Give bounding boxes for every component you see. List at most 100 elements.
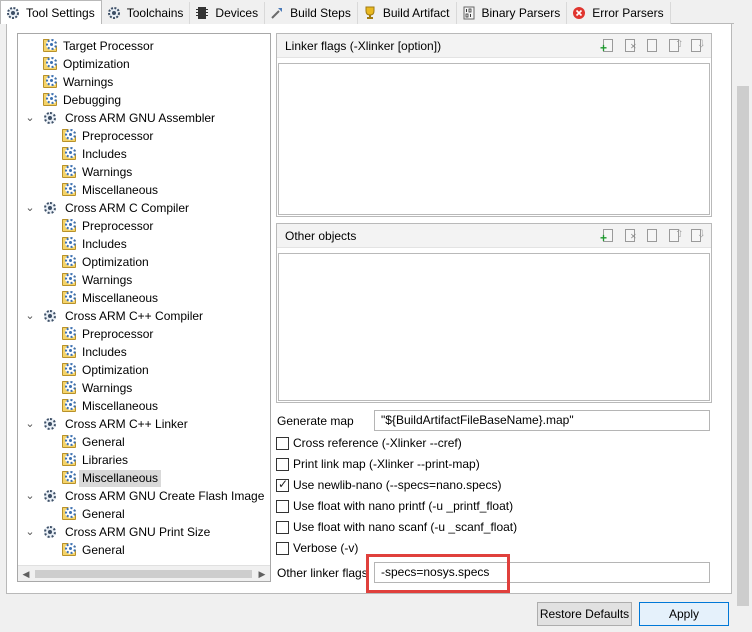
expand-chevron-icon[interactable]: ⌄: [24, 307, 36, 325]
tree-item-label: Optimization: [82, 362, 149, 377]
tree-item-label: Miscellaneous: [82, 182, 159, 197]
folder-settings-icon: [61, 219, 77, 233]
print-link-map-checkbox[interactable]: Print link map (-Xlinker --print-map): [276, 455, 480, 473]
tree-item-label: Miscellaneous: [82, 398, 159, 413]
restore-defaults-button[interactable]: Restore Defaults: [537, 602, 632, 626]
tree-category-node[interactable]: Miscellaneous: [61, 181, 161, 199]
list-toolbar: +: [600, 37, 705, 54]
tab-tool-settings[interactable]: Tool Settings: [0, 0, 102, 24]
tree-category-node[interactable]: Miscellaneous: [61, 469, 162, 487]
tree-category-node[interactable]: Optimization: [42, 55, 133, 73]
folder-settings-icon: [61, 543, 77, 557]
checkbox-box[interactable]: [276, 436, 289, 450]
tree-horizontal-scrollbar[interactable]: ◀ ▶: [18, 565, 270, 581]
expand-chevron-icon[interactable]: ⌄: [24, 415, 36, 433]
tab-label: Build Artifact: [382, 6, 450, 20]
move-up-icon[interactable]: [666, 37, 683, 54]
highlight-annotation-box: [366, 554, 510, 593]
tree-tool-node[interactable]: ⌄ Cross ARM GNU Assembler: [25, 109, 218, 127]
checkbox-box[interactable]: [276, 499, 289, 513]
tree-category-node[interactable]: Libraries: [61, 451, 131, 469]
tree-category-node[interactable]: Includes: [61, 343, 130, 361]
tab-toolchains[interactable]: Toolchains: [102, 2, 191, 24]
add-item-icon[interactable]: +: [600, 37, 617, 54]
verbose-checkbox[interactable]: Verbose (-v): [276, 539, 358, 557]
tree-category-node[interactable]: Miscellaneous: [61, 289, 161, 307]
tree-item-label: Target Processor: [63, 38, 154, 53]
tab-binary-parsers[interactable]: Binary Parsers: [457, 2, 568, 24]
page-vertical-scrollbar[interactable]: [734, 24, 752, 606]
tree-category-node[interactable]: General: [61, 433, 128, 451]
other-objects-list[interactable]: [278, 253, 710, 401]
tree-category-node[interactable]: Target Processor: [42, 37, 157, 55]
tree-category-node[interactable]: Preprocessor: [61, 127, 156, 145]
checkbox-box[interactable]: [276, 541, 289, 555]
scrollbar-thumb[interactable]: [737, 86, 749, 606]
nano-scanf-float-checkbox[interactable]: Use float with nano scanf (-u _scanf_flo…: [276, 518, 517, 536]
edit-item-icon[interactable]: [644, 37, 661, 54]
tree-category-node[interactable]: General: [61, 505, 128, 523]
tree-category-node[interactable]: Optimization: [61, 253, 152, 271]
tree-category-node[interactable]: Includes: [61, 235, 130, 253]
tree-item-label: Miscellaneous: [82, 290, 159, 305]
move-down-icon[interactable]: [688, 37, 705, 54]
tree-category-node[interactable]: Debugging: [42, 91, 124, 109]
scrollbar-thumb[interactable]: [35, 570, 252, 578]
checkbox-box[interactable]: [276, 520, 289, 534]
tree-category-node[interactable]: Miscellaneous: [61, 397, 161, 415]
tab-build-artifact[interactable]: Build Artifact: [358, 2, 457, 24]
tool-gear-icon: [42, 488, 59, 504]
cross-reference-checkbox[interactable]: Cross reference (-Xlinker --cref): [276, 434, 462, 452]
linker-flags-list[interactable]: [278, 63, 710, 215]
tab-error-parsers[interactable]: Error Parsers: [567, 2, 671, 24]
checkbox-label: Verbose (-v): [293, 541, 359, 555]
generate-map-field[interactable]: "${BuildArtifactFileBaseName}.map": [374, 410, 710, 431]
tree-category-node[interactable]: Warnings: [61, 271, 135, 289]
tab-build-steps[interactable]: Build Steps: [265, 2, 358, 24]
tree-tool-node[interactable]: ⌄ Cross ARM C Compiler: [25, 199, 192, 217]
move-up-icon[interactable]: [666, 227, 683, 244]
tool-settings-tree[interactable]: Target Processor Optimization Warnings Debu…: [17, 33, 271, 582]
folder-settings-icon: [61, 471, 77, 485]
apply-button[interactable]: Apply: [639, 602, 729, 626]
checkbox-box[interactable]: [276, 457, 289, 471]
use-newlib-nano-checkbox[interactable]: Use newlib-nano (--specs=nano.specs): [276, 476, 501, 494]
tree-tool-node[interactable]: ⌄ Cross ARM GNU Create Flash Image: [25, 487, 267, 505]
tree-item-label: Preprocessor: [82, 128, 154, 143]
tree-category-node[interactable]: Preprocessor: [61, 217, 156, 235]
edit-item-icon[interactable]: [644, 227, 661, 244]
folder-settings-icon: [61, 237, 77, 251]
tree-item-label: Miscellaneous: [79, 469, 162, 487]
scroll-right-arrow-icon[interactable]: ▶: [254, 566, 270, 581]
checkbox-box-checked[interactable]: [276, 477, 289, 492]
checkbox-label: Use float with nano printf (-u _printf_f…: [293, 499, 514, 513]
tab-devices[interactable]: Devices: [190, 2, 266, 24]
toolchain-icon: [107, 6, 121, 20]
tree-category-node[interactable]: Includes: [61, 145, 130, 163]
move-down-icon[interactable]: [688, 227, 705, 244]
folder-settings-icon: [61, 147, 77, 161]
tree-category-node[interactable]: Optimization: [61, 361, 152, 379]
folder-settings-icon: [61, 255, 77, 269]
expand-chevron-icon[interactable]: ⌄: [24, 523, 36, 541]
tree-tool-node[interactable]: ⌄ Cross ARM GNU Print Size: [25, 523, 213, 541]
add-item-icon[interactable]: +: [600, 227, 617, 244]
expand-chevron-icon[interactable]: ⌄: [24, 487, 36, 505]
delete-item-icon[interactable]: [622, 37, 639, 54]
tree-tool-node[interactable]: ⌄ Cross ARM C++ Linker: [25, 415, 191, 433]
tree-item-label: Cross ARM GNU Print Size: [65, 524, 211, 539]
tree-item-label: Cross ARM GNU Create Flash Image: [65, 488, 265, 503]
tree-category-node[interactable]: Preprocessor: [61, 325, 156, 343]
tree-category-node[interactable]: General: [61, 541, 128, 559]
tab-label: Error Parsers: [592, 6, 664, 20]
expand-chevron-icon[interactable]: ⌄: [24, 199, 36, 217]
tree-category-node[interactable]: Warnings: [61, 163, 135, 181]
nano-printf-float-checkbox[interactable]: Use float with nano printf (-u _printf_f…: [276, 497, 513, 515]
tree-category-node[interactable]: Warnings: [61, 379, 135, 397]
delete-item-icon[interactable]: [622, 227, 639, 244]
tree-tool-node[interactable]: ⌄ Cross ARM C++ Compiler: [25, 307, 206, 325]
scroll-left-arrow-icon[interactable]: ◀: [18, 566, 34, 581]
tree-item-label: Includes: [82, 236, 127, 251]
tree-category-node[interactable]: Warnings: [42, 73, 116, 91]
expand-chevron-icon[interactable]: ⌄: [24, 109, 36, 127]
